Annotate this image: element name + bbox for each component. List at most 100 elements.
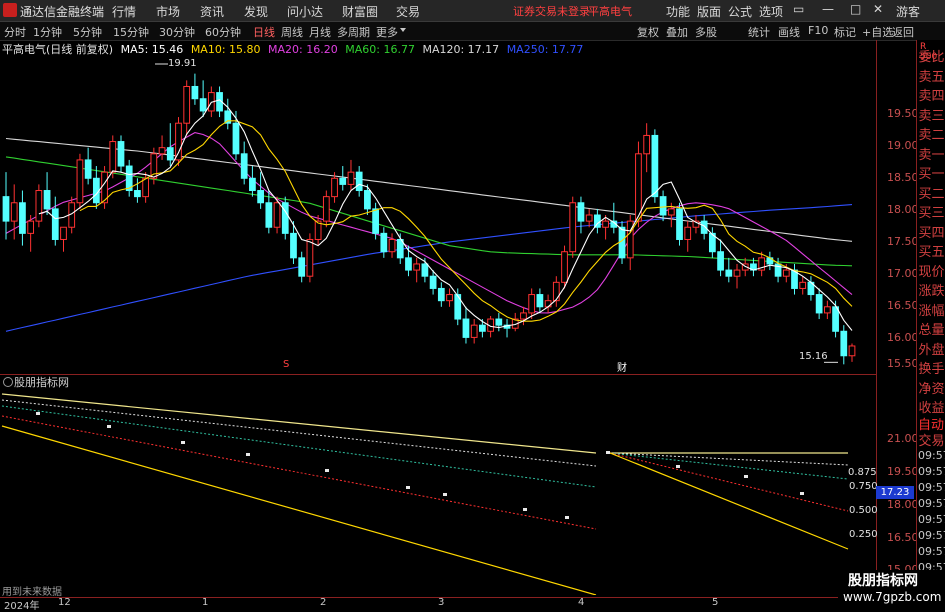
draw-line-button[interactable]: 画线: [778, 24, 800, 40]
candle-body: [421, 263, 429, 277]
sidebar-item[interactable]: 外盘: [918, 339, 945, 358]
candle-body: [462, 318, 470, 338]
trade-label[interactable]: 交易: [918, 430, 945, 449]
sidebar-item[interactable]: 总量: [918, 319, 945, 338]
collapse-icon[interactable]: [3, 377, 13, 387]
menu-market-quotes[interactable]: 行情: [112, 3, 136, 20]
period-60min[interactable]: 60分钟: [205, 24, 241, 40]
period-intraday[interactable]: 分时: [4, 24, 26, 40]
guest-login[interactable]: 游客: [896, 3, 920, 20]
sidebar-item[interactable]: 买二: [918, 183, 945, 202]
candle-body: [520, 312, 527, 320]
candle-body: [322, 196, 330, 222]
candle-body: [388, 238, 396, 253]
sidebar-item[interactable]: 卖二: [918, 124, 945, 143]
candle-body: [134, 190, 141, 198]
f10-button[interactable]: F10: [808, 24, 828, 37]
login-notice[interactable]: 证券交易未登录: [513, 3, 590, 19]
candle-body: [84, 159, 92, 179]
date-label: 12: [58, 597, 71, 608]
sidebar-item[interactable]: 涨跌: [918, 280, 945, 299]
add-watchlist-button[interactable]: +自选: [862, 24, 893, 40]
ma10-line: [79, 120, 853, 322]
candle-body: [676, 208, 683, 240]
candle-body: [347, 171, 355, 185]
sidebar-item[interactable]: 换手: [918, 358, 945, 377]
sidebar-item[interactable]: 买五: [918, 241, 945, 260]
menu-layout[interactable]: 版面: [697, 3, 721, 20]
watermark-title: 股朋指标网: [848, 573, 918, 589]
menu-formula[interactable]: 公式: [728, 3, 752, 20]
menu-options[interactable]: 选项: [759, 3, 783, 20]
overlay-button[interactable]: 叠加: [666, 24, 688, 40]
sidebar-item[interactable]: 买四: [918, 222, 945, 241]
price-axis-label: 16.00: [887, 331, 919, 344]
indicator-chart[interactable]: [0, 389, 876, 595]
sidebar-item[interactable]: 卖一: [918, 144, 945, 163]
sidebar-item[interactable]: 买三: [918, 202, 945, 221]
period-1min[interactable]: 1分钟: [33, 24, 62, 40]
mark-button[interactable]: 标记: [834, 24, 856, 40]
channel-marker: [676, 465, 680, 468]
menu-trade[interactable]: 交易: [396, 3, 420, 20]
candle-body: [273, 202, 281, 228]
candle-body: [544, 300, 552, 308]
indicator-axis-label: 21.00: [887, 432, 919, 445]
channel-marker: [246, 453, 250, 456]
period-monthly[interactable]: 月线: [309, 24, 331, 40]
current-value-badge: 17.23: [876, 486, 914, 499]
sidebar-item[interactable]: 卖五: [918, 66, 945, 85]
trade-time: 09:57: [918, 497, 945, 510]
menu-market[interactable]: 市场: [156, 3, 180, 20]
ma250-label: MA250: 17.77: [506, 43, 584, 56]
period-30min[interactable]: 30分钟: [159, 24, 195, 40]
sidebar-item[interactable]: 涨幅: [918, 300, 945, 319]
sidebar-item[interactable]: 净资: [918, 378, 945, 397]
restore-layout-icon[interactable]: ▭: [793, 2, 804, 16]
candle-body: [117, 141, 125, 167]
back-button[interactable]: 返回: [892, 24, 914, 40]
period-more[interactable]: 更多: [376, 24, 398, 40]
ma250-line: [5, 204, 853, 332]
candle-body: [602, 220, 609, 228]
date-label: 1: [202, 597, 209, 608]
candle-body: [585, 214, 593, 222]
close-button[interactable]: ✕: [873, 2, 883, 16]
period-weekly[interactable]: 周线: [281, 24, 303, 40]
sidebar-item[interactable]: 卖三: [918, 105, 945, 124]
menu-news[interactable]: 资讯: [200, 3, 224, 20]
menu-function[interactable]: 功能: [666, 3, 690, 20]
candle-body: [199, 98, 207, 112]
chevron-down-icon[interactable]: [400, 28, 406, 32]
channel-marker: [565, 516, 569, 519]
candle-body: [659, 196, 667, 216]
sidebar-item[interactable]: 委比: [918, 46, 945, 65]
finance-marker[interactable]: 财: [617, 359, 627, 374]
sidebar-item[interactable]: 卖四: [918, 85, 945, 104]
sidebar-item[interactable]: 买一: [918, 163, 945, 182]
statistics-button[interactable]: 统计: [748, 24, 770, 40]
minimize-button[interactable]: —: [822, 2, 834, 16]
ma10-label: MA10: 15.80: [190, 43, 261, 56]
menu-discover[interactable]: 发现: [244, 3, 268, 20]
event-marker[interactable]: S: [283, 359, 289, 370]
ma5-label: MA5: 15.46: [120, 43, 184, 56]
menu-ask-xiaoda[interactable]: 问小达: [287, 3, 323, 20]
date-label: 5: [712, 597, 719, 608]
period-multi[interactable]: 多周期: [337, 24, 370, 40]
channel-0875-line: [609, 452, 849, 466]
candlestick-chart[interactable]: [0, 56, 876, 372]
multi-stock-button[interactable]: 多股: [695, 24, 717, 40]
menu-wealth-circle[interactable]: 财富圈: [342, 3, 378, 20]
candle-body: [429, 275, 437, 289]
period-15min[interactable]: 15分钟: [113, 24, 149, 40]
adjust-button[interactable]: 复权: [637, 24, 659, 40]
period-daily[interactable]: 日线: [253, 24, 275, 40]
period-5min[interactable]: 5分钟: [73, 24, 102, 40]
chart-title: 平高电气(日线 前复权): [2, 43, 114, 56]
channel-marker: [107, 425, 111, 428]
candle-body: [92, 177, 100, 204]
maximize-button[interactable]: □: [850, 2, 861, 16]
sidebar-item[interactable]: 现价: [918, 261, 945, 280]
candle-body: [364, 190, 371, 210]
